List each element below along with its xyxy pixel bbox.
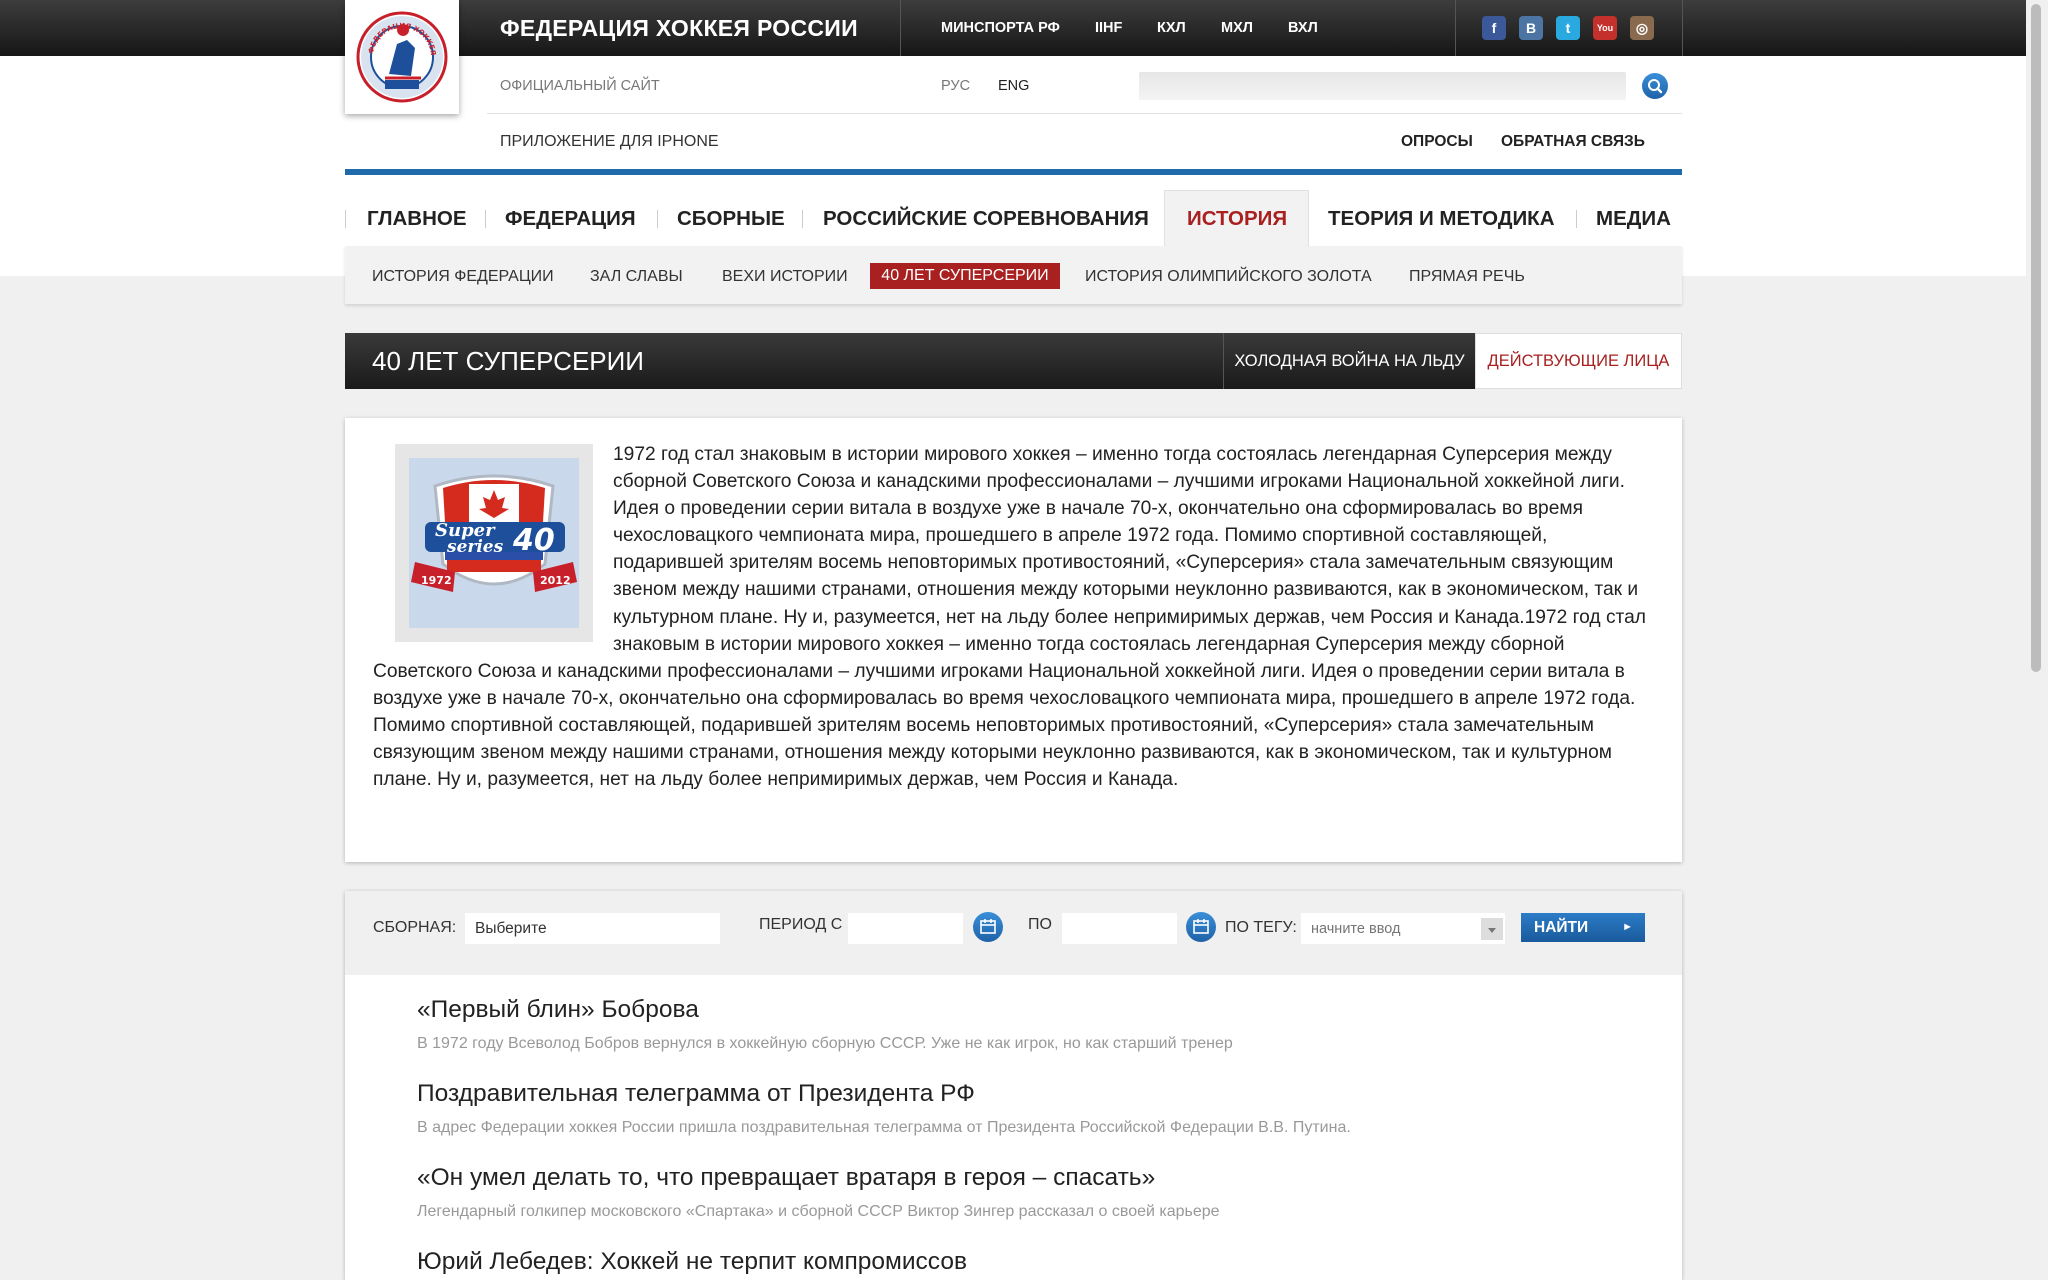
news-title[interactable]: «Он умел делать то, что превращает врата… xyxy=(417,1163,1155,1193)
superseries-emblem-icon: Super series 40 1972 2012 xyxy=(409,458,579,628)
subnav-item-milestones[interactable]: ВЕХИ ИСТОРИИ xyxy=(722,266,848,288)
search-input[interactable] xyxy=(1139,72,1626,100)
twitter-icon[interactable]: t xyxy=(1556,16,1580,40)
svg-text:40: 40 xyxy=(512,523,555,558)
subnav-item-olympic-gold[interactable]: ИСТОРИЯ ОЛИМПИЙСКОГО ЗОЛОТА xyxy=(1085,266,1372,288)
find-button[interactable]: НАЙТИ ► xyxy=(1521,913,1645,942)
period-from-label: ПЕРИОД С xyxy=(759,916,843,933)
nav-item-teams[interactable]: СБОРНЫЕ xyxy=(677,205,785,233)
news-desc: Легендарный голкипер московского «Спарта… xyxy=(417,1203,1220,1220)
site-subtitle: ОФИЦИАЛЬНЫЙ САЙТ xyxy=(500,78,660,94)
nav-item-history[interactable]: ИСТОРИЯ xyxy=(1187,205,1287,233)
link-khl[interactable]: КХЛ xyxy=(1157,18,1186,38)
chevron-down-icon xyxy=(1488,928,1496,933)
period-from-input[interactable] xyxy=(848,913,963,944)
tag-input[interactable] xyxy=(1301,913,1505,944)
news-desc: В адрес Федерации хоккея России пришла п… xyxy=(417,1119,1351,1136)
subnav-item-supersieries-40[interactable]: 40 ЛЕТ СУПЕРСЕРИИ xyxy=(870,263,1060,289)
news-title[interactable]: Поздравительная телеграмма от Президента… xyxy=(417,1079,975,1109)
news-desc: В 1972 году Всеволод Бобров вернулся в х… xyxy=(417,1035,1233,1052)
svg-text:series: series xyxy=(446,537,504,557)
news-title[interactable]: Юрий Лебедев: Хоккей не терпит компромис… xyxy=(417,1247,967,1277)
period-to-calendar-button[interactable] xyxy=(1186,912,1216,942)
tag-dropdown-button[interactable] xyxy=(1481,918,1503,940)
superseries-logo-image: Super series 40 1972 2012 xyxy=(395,444,593,642)
tab-people[interactable]: ДЕЙСТВУЮЩИЕ ЛИЦА xyxy=(1475,333,1682,389)
scrollbar-thumb[interactable] xyxy=(2031,4,2041,672)
top-divider xyxy=(1455,0,1456,56)
nav-item-theory[interactable]: ТЕОРИЯ И МЕТОДИКА xyxy=(1328,205,1555,233)
search-button[interactable] xyxy=(1642,73,1668,99)
nav-separator xyxy=(485,210,486,228)
nav-item-main[interactable]: ГЛАВНОЕ xyxy=(367,205,467,233)
link-vhl[interactable]: ВХЛ xyxy=(1288,18,1318,38)
nav-separator xyxy=(802,210,803,228)
nav-separator xyxy=(345,210,346,228)
tag-label: ПО ТЕГУ: xyxy=(1225,919,1297,936)
link-mhl[interactable]: МХЛ xyxy=(1221,18,1253,38)
instagram-icon[interactable]: ◎ xyxy=(1630,16,1654,40)
tab-cold-war[interactable]: ХОЛОДНАЯ ВОЙНА НА ЛЬДУ xyxy=(1223,333,1475,389)
nav-separator xyxy=(657,210,658,228)
site-title[interactable]: ФЕДЕРАЦИЯ ХОККЕЯ РОССИИ xyxy=(500,12,858,44)
link-minsport[interactable]: МИНСПОРТА РФ xyxy=(941,18,1060,38)
svg-text:2012: 2012 xyxy=(540,574,571,587)
lang-en[interactable]: ENG xyxy=(998,76,1029,96)
polls-link[interactable]: ОПРОСЫ xyxy=(1401,132,1473,152)
lang-ru[interactable]: РУС xyxy=(941,76,970,96)
site-logo[interactable]: ФЕДЕРАЦИЯ ХОККЕЯ xyxy=(345,0,459,114)
vkontakte-icon[interactable]: B xyxy=(1519,16,1543,40)
iphone-app-link[interactable]: ПРИЛОЖЕНИЕ ДЛЯ IPHONE xyxy=(500,132,719,152)
team-label: СБОРНАЯ: xyxy=(373,919,457,936)
find-button-label: НАЙТИ xyxy=(1534,919,1589,936)
team-select[interactable] xyxy=(465,913,720,944)
youtube-icon[interactable]: You xyxy=(1593,16,1617,40)
svg-text:1972: 1972 xyxy=(421,574,452,587)
period-to-input[interactable] xyxy=(1062,913,1177,944)
subnav-item-hall-of-fame[interactable]: ЗАЛ СЛАВЫ xyxy=(590,266,683,288)
search-icon xyxy=(1648,79,1663,94)
calendar-icon xyxy=(980,919,996,934)
link-iihf[interactable]: IIHF xyxy=(1095,18,1122,38)
section-title: 40 ЛЕТ СУПЕРСЕРИИ xyxy=(372,346,644,376)
feedback-link[interactable]: ОБРАТНАЯ СВЯЗЬ xyxy=(1501,132,1645,152)
top-divider xyxy=(900,0,901,56)
nav-separator xyxy=(1576,210,1577,228)
news-title[interactable]: «Первый блин» Боброва xyxy=(417,995,699,1025)
federation-logo-icon: ФЕДЕРАЦИЯ ХОККЕЯ xyxy=(356,11,448,103)
nav-item-federation[interactable]: ФЕДЕРАЦИЯ xyxy=(505,205,636,233)
header-divider xyxy=(487,113,1682,114)
calendar-icon xyxy=(1193,919,1209,934)
header-rule xyxy=(345,169,1682,175)
article-body: Super series 40 1972 2012 1972 год стал … xyxy=(373,441,1656,793)
period-to-label: ПО xyxy=(1028,916,1052,933)
top-divider xyxy=(1682,0,1683,56)
arrow-right-icon: ► xyxy=(1622,921,1633,933)
nav-item-russian-competitions[interactable]: РОССИЙСКИЕ СОРЕВНОВАНИЯ xyxy=(823,205,1149,233)
period-from-calendar-button[interactable] xyxy=(973,912,1003,942)
subnav-item-direct-speech[interactable]: ПРЯМАЯ РЕЧЬ xyxy=(1409,266,1525,288)
facebook-icon[interactable]: f xyxy=(1482,16,1506,40)
nav-item-media[interactable]: МЕДИА xyxy=(1596,205,1671,233)
subnav-item-federation-history[interactable]: ИСТОРИЯ ФЕДЕРАЦИИ xyxy=(372,266,554,288)
